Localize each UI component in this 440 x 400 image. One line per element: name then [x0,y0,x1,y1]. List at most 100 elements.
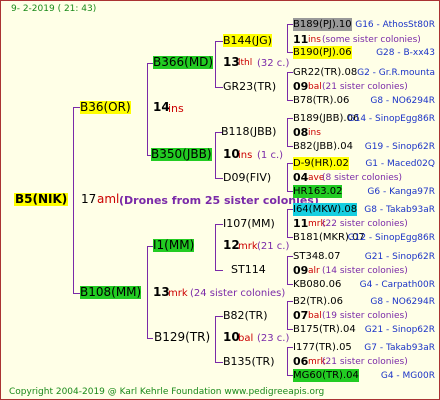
gen2-race-3: mrk [238,241,258,252]
sire-queen[interactable]: B108(MM) [80,286,142,299]
connector [215,224,216,270]
copyright-footer: Copyright 2004-2019 @ Karl Kehrle Founda… [9,387,325,397]
gen2-note-2: (1 c.) [257,150,284,161]
connector [287,72,288,100]
gen4-origin: G19 - Sinop62R [364,142,435,152]
gen4-queen[interactable]: GR22(TR).08 [293,66,357,79]
gen4-sister-note: (21 sister colonies) [322,357,408,367]
sire-race-code: mrk [168,288,188,299]
gen2-note-4: (23 c.) [257,333,290,344]
gen4-queen[interactable]: I177(TR).05 [293,341,352,354]
pedigree-panel: 9- 2-2019 ( 21: 43) B5(NIK) 17 aml (Dron… [0,0,440,400]
gen4-origin: G8 - NO6294R [370,96,435,106]
gen4-sister-note: (8 sister colonies) [322,173,403,183]
gen4-origin: G12 - SinopEgg86R [347,233,435,243]
gen3-race-1: lthl [238,58,253,68]
gen2-note-3: (21 c.) [257,241,290,252]
connector [287,118,288,146]
connector [215,316,216,362]
gen4-queen[interactable]: B175(TR).04 [293,323,356,336]
dam-race-code: ins [168,102,184,115]
dam-queen[interactable]: B36(OR) [80,101,131,114]
gen3-note-1: (32 c.) [257,58,290,69]
gen4-race-code: bal [308,311,322,321]
connector [287,301,288,329]
date-header: 9- 2-2019 ( 21: 43) [11,4,97,14]
gen4-queen[interactable]: MG60(TR).04 [293,369,359,382]
gen3-queen-2[interactable]: GR23(TR) [223,80,276,93]
connector [215,41,223,42]
connector [147,63,148,155]
gen4-origin: G21 - Sinop62R [364,252,435,262]
gen4-origin: G14 - SinopEgg86R [347,114,435,124]
gen2-queen-1[interactable]: B366(MD) [153,56,214,69]
gen3-queen-1[interactable]: B144(JG) [223,34,272,47]
gen4-origin: G2 - Gr.R.mounta [357,68,435,78]
root-drone-note: (Drones from 25 sister colonies) [119,194,319,207]
gen4-queen[interactable]: KB080.06 [293,278,341,291]
connector [215,87,223,88]
gen4-year: 11 [293,33,309,46]
connector [215,316,223,317]
connector [215,178,223,179]
gen2-queen-4[interactable]: B129(TR) [154,331,210,344]
gen4-year: 11 [293,217,309,230]
gen3-queen-7[interactable]: B82(TR) [223,309,268,322]
connector [215,41,216,87]
gen3-queen-5[interactable]: I107(MM) [223,217,275,230]
gen3-queen-3[interactable]: B118(JBB) [221,125,276,138]
gen4-queen[interactable]: I64(MKW).08 [293,203,358,216]
gen4-year: 09 [293,80,309,93]
gen4-queen[interactable]: B82(JBB).04 [293,140,353,153]
gen4-origin: G28 - B-xx43 [376,48,435,58]
gen4-origin: G1 - Maced02Q [365,159,435,169]
connector [287,24,288,52]
gen4-year: 04 [293,171,309,184]
gen4-sister-note: (19 sister colonies) [322,311,408,321]
connector [287,347,288,375]
gen4-queen[interactable]: B190(PJ).06 [293,46,352,59]
gen4-year: 07 [293,309,309,322]
gen4-race-code: alr [308,266,320,276]
gen4-queen[interactable]: B2(TR).06 [293,295,343,308]
gen4-year: 08 [293,126,309,139]
root-queen[interactable]: B5(NIK) [14,193,69,206]
gen4-year: 09 [293,264,309,277]
connector [287,163,288,191]
gen2-race-4: bal [238,333,254,344]
sire-sister-note: (24 sister colonies) [190,288,286,299]
root-race-code: aml [97,192,120,206]
connector [73,107,74,293]
gen2-queen-2[interactable]: B350(JBB) [151,148,212,161]
connector [215,270,223,271]
gen4-queen[interactable]: HR163.02 [293,185,343,198]
gen4-race-code: ins [308,128,321,138]
gen4-origin: G8 - NO6294R [370,297,435,307]
gen4-queen[interactable]: ST348.07 [293,250,340,263]
gen4-queen[interactable]: B189(PJ).10 [293,18,352,31]
gen3-queen-8[interactable]: B135(TR) [223,355,275,368]
gen4-origin: G4 - MG00R [380,371,435,381]
connector [215,132,216,178]
connector [215,362,223,363]
connector [287,256,288,284]
connector [215,224,223,225]
gen4-queen[interactable]: D-9(HR).02 [293,157,349,170]
gen2-race-2: ins [238,150,253,161]
connector [287,209,288,237]
gen3-queen-4[interactable]: D09(FIV) [223,171,271,184]
gen4-origin: G4 - Carpath00R [359,280,435,290]
gen4-origin: G16 - AthosSt80R [355,20,435,30]
gen4-sister-note: (14 sister colonies) [322,266,408,276]
gen4-race-code: bal [308,82,322,92]
gen4-origin: G6 - Kanga97R [367,187,435,197]
gen4-queen[interactable]: B78(TR).06 [293,94,349,107]
gen4-origin: G8 - Takab93aR [364,205,435,215]
gen3-queen-6[interactable]: ST114 [231,263,266,276]
gen4-origin: G21 - Sinop62R [364,325,435,335]
gen2-queen-3[interactable]: I1(MM) [153,239,195,252]
gen4-sister-note: (21 sister colonies) [322,82,408,92]
gen4-sister-note: (22 sister colonies) [322,219,408,229]
connector [147,338,153,339]
connector [147,246,148,338]
